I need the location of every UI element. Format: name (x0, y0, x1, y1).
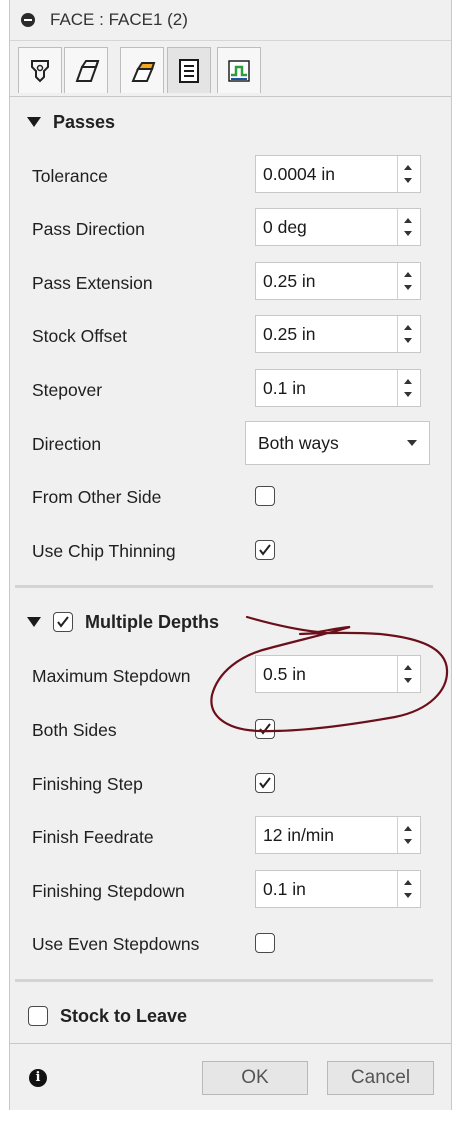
from-other-side-label: From Other Side (32, 487, 162, 507)
spin-down-icon[interactable] (404, 839, 412, 844)
stock-to-leave-section-title: Stock to Leave (60, 1005, 188, 1026)
finishing-step-label: Finishing Step (32, 774, 143, 794)
checkmark-icon (259, 544, 271, 556)
spin-down-icon[interactable] (404, 338, 412, 343)
from-other-side-checkbox[interactable] (255, 486, 275, 506)
stock-to-leave-section-header[interactable]: Stock to Leave (10, 998, 187, 1034)
tool-icon (31, 59, 49, 82)
both-sides-label: Both Sides (32, 720, 117, 740)
stock-offset-input[interactable]: 0.25 in (255, 315, 421, 353)
pass-direction-spinner[interactable] (397, 209, 420, 245)
spin-up-icon[interactable] (404, 325, 412, 330)
tab-passes[interactable] (167, 47, 211, 93)
tab-tool[interactable] (18, 47, 62, 93)
finish-feedrate-spinner[interactable] (397, 817, 420, 853)
pass-direction-value: 0 deg (263, 217, 307, 237)
stepover-label: Stepover (32, 380, 103, 400)
stock-offset-label: Stock Offset (32, 326, 127, 346)
setup-dialog: FACE : FACE1 (2) Passes Tolerance 0.0004… (9, 0, 452, 1110)
dialog-titlebar[interactable]: FACE : FACE1 (2) (10, 0, 451, 41)
tolerance-value: 0.0004 in (263, 164, 336, 184)
finishing-stepdown-spinner[interactable] (397, 871, 420, 907)
checkmark-icon (259, 777, 271, 789)
finish-feedrate-value: 12 in/min (263, 825, 335, 845)
linking-icon (228, 59, 250, 82)
finishing-stepdown-value: 0.1 in (263, 879, 306, 899)
pass-extension-input[interactable]: 0.25 in (255, 262, 421, 300)
spin-down-icon[interactable] (404, 893, 412, 898)
tab-geometry[interactable] (64, 47, 108, 93)
collapse-icon[interactable] (21, 13, 35, 27)
dialog-footer: i OK Cancel (10, 1043, 451, 1110)
tab-bar (10, 41, 451, 97)
multiple-depths-checkbox[interactable] (53, 612, 73, 632)
spin-up-icon[interactable] (404, 826, 412, 831)
tab-linking[interactable] (217, 47, 261, 93)
finishing-stepdown-label: Finishing Stepdown (32, 881, 185, 901)
pass-extension-label: Pass Extension (32, 273, 153, 293)
direction-value: Both ways (258, 433, 339, 453)
dialog-title: FACE : FACE1 (2) (50, 10, 188, 29)
direction-select[interactable]: Both ways (245, 421, 430, 465)
multiple-depths-section-header[interactable]: Multiple Depths (10, 604, 219, 640)
stock-to-leave-checkbox[interactable] (28, 1006, 48, 1026)
geometry-icon (75, 59, 100, 82)
chevron-down-icon (407, 440, 417, 446)
checkmark-icon (57, 616, 69, 628)
spin-up-icon[interactable] (404, 379, 412, 384)
section-divider (15, 585, 433, 588)
passes-icon (179, 58, 199, 83)
maximum-stepdown-input[interactable]: 0.5 in (255, 655, 421, 693)
heights-icon (131, 61, 156, 82)
stepover-input[interactable]: 0.1 in (255, 369, 421, 407)
expand-triangle-icon (27, 617, 41, 627)
use-even-stepdowns-checkbox[interactable] (255, 933, 275, 953)
multiple-depths-section-title: Multiple Depths (85, 611, 219, 632)
ok-button[interactable]: OK (202, 1061, 308, 1095)
tolerance-spinner[interactable] (397, 156, 420, 192)
expand-triangle-icon (27, 117, 41, 127)
spin-down-icon[interactable] (404, 392, 412, 397)
spin-down-icon[interactable] (404, 285, 412, 290)
stock-offset-spinner[interactable] (397, 316, 420, 352)
pass-direction-input[interactable]: 0 deg (255, 208, 421, 246)
passes-section-title: Passes (53, 111, 116, 132)
finish-feedrate-label: Finish Feedrate (32, 827, 154, 847)
section-divider (15, 979, 433, 982)
spin-down-icon[interactable] (404, 178, 412, 183)
tolerance-input[interactable]: 0.0004 in (255, 155, 421, 193)
stepover-spinner[interactable] (397, 370, 420, 406)
use-even-stepdowns-label: Use Even Stepdowns (32, 934, 200, 954)
direction-label: Direction (32, 434, 102, 454)
spin-down-icon[interactable] (404, 231, 412, 236)
stock-offset-value: 0.25 in (263, 324, 316, 344)
passes-section-header[interactable]: Passes (10, 104, 115, 140)
pass-extension-spinner[interactable] (397, 263, 420, 299)
tab-heights[interactable] (120, 47, 164, 93)
cancel-button[interactable]: Cancel (327, 1061, 434, 1095)
stepover-value: 0.1 in (263, 378, 306, 398)
spin-up-icon[interactable] (404, 165, 412, 170)
finishing-step-checkbox[interactable] (255, 773, 275, 793)
tolerance-label: Tolerance (32, 166, 108, 186)
spin-up-icon[interactable] (404, 272, 412, 277)
both-sides-checkbox[interactable] (255, 719, 275, 739)
finish-feedrate-input[interactable]: 12 in/min (255, 816, 421, 854)
finishing-stepdown-input[interactable]: 0.1 in (255, 870, 421, 908)
info-icon[interactable]: i (29, 1069, 47, 1087)
maximum-stepdown-value: 0.5 in (263, 664, 306, 684)
spin-up-icon[interactable] (404, 880, 412, 885)
pass-extension-value: 0.25 in (263, 271, 316, 291)
checkmark-icon (259, 723, 271, 735)
spin-up-icon[interactable] (404, 218, 412, 223)
pass-direction-label: Pass Direction (32, 219, 145, 239)
maximum-stepdown-label: Maximum Stepdown (32, 666, 191, 686)
maximum-stepdown-spinner[interactable] (397, 656, 420, 692)
spin-down-icon[interactable] (404, 678, 412, 683)
use-chip-thinning-checkbox[interactable] (255, 540, 275, 560)
spin-up-icon[interactable] (404, 665, 412, 670)
use-chip-thinning-label: Use Chip Thinning (32, 541, 176, 561)
